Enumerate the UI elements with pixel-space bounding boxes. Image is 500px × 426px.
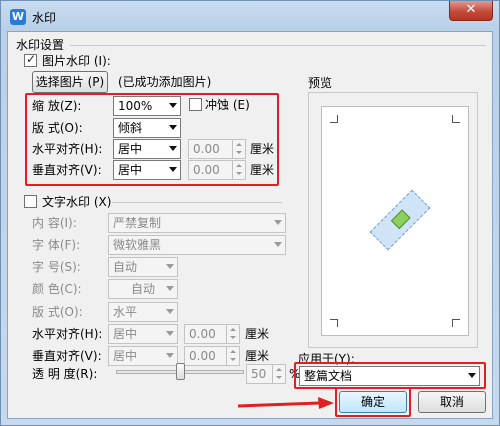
text-valign-label: 垂直对齐(V):	[32, 349, 102, 363]
text-valign-offset-value: 0.00	[189, 349, 216, 363]
margin-marker	[330, 319, 338, 327]
text-font-value: 微软雅黑	[113, 238, 162, 252]
dialog-body: 水印设置 图片水印 (I): 选择图片 (P) (已成功添加图片) 缩 放(Z)…	[7, 31, 493, 419]
chevron-down-icon	[169, 103, 177, 108]
text-content-select[interactable]: 严禁复制	[108, 213, 286, 233]
margin-marker	[452, 319, 460, 327]
zoom-value: 100%	[118, 99, 153, 113]
close-icon: ✕	[465, 2, 477, 17]
text-halign-offset[interactable]: 0.00	[184, 324, 240, 344]
cancel-button[interactable]: 取消	[418, 391, 486, 413]
washout-checkbox[interactable]	[189, 98, 202, 111]
text-size-value: 自动	[113, 260, 138, 274]
margin-marker	[330, 115, 338, 123]
preview-page	[321, 106, 469, 336]
picture-valign-select[interactable]: 居中	[113, 160, 181, 180]
text-size-label: 字 号(S):	[32, 260, 81, 274]
close-button[interactable]: ✕	[449, 1, 493, 21]
spin-arrows-icon[interactable]	[226, 325, 239, 343]
picture-halign-label: 水平对齐(H):	[32, 142, 103, 156]
text-halign-unit: 厘米	[245, 327, 270, 341]
title-bar[interactable]: W 水印 ✕	[1, 1, 499, 31]
text-valign-select[interactable]: 居中	[108, 346, 178, 366]
chevron-down-icon	[169, 167, 177, 172]
preview-label: 预览	[308, 76, 333, 90]
picture-valign-unit: 厘米	[250, 163, 275, 177]
picture-layout-select[interactable]: 倾斜	[113, 118, 181, 138]
chevron-down-icon	[166, 286, 174, 291]
chevron-down-icon	[166, 331, 174, 336]
text-watermark-checkbox[interactable]	[24, 195, 37, 208]
margin-marker	[452, 115, 460, 123]
dialog-title: 水印	[32, 11, 57, 25]
text-font-label: 字 体(F):	[32, 238, 81, 252]
highlight-box-ok	[335, 387, 411, 417]
text-content-value: 严禁复制	[113, 216, 162, 230]
picture-status-text: (已成功添加图片)	[118, 75, 212, 89]
text-layout-value: 水平	[113, 305, 138, 319]
text-halign-value: 居中	[113, 327, 138, 341]
text-section-divider	[112, 202, 282, 203]
chevron-down-icon	[166, 264, 174, 269]
picture-halign-offset[interactable]: 0.00	[188, 139, 246, 159]
picture-icon	[390, 209, 411, 230]
picture-valign-value: 居中	[118, 163, 143, 177]
section-divider	[70, 45, 486, 46]
spin-arrows-icon[interactable]	[232, 140, 245, 158]
picture-layout-value: 倾斜	[118, 121, 143, 135]
chevron-down-icon	[169, 146, 177, 151]
text-content-label: 内 容(I):	[32, 216, 77, 230]
text-color-value: 自动	[130, 282, 155, 296]
text-size-select[interactable]: 自动	[108, 257, 178, 277]
watermark-dialog: W 水印 ✕ 水印设置 图片水印 (I): 选择图片 (P) (已成功添加图片)…	[0, 0, 500, 426]
spin-arrows-icon[interactable]	[232, 161, 245, 179]
picture-watermark-label: 图片水印 (I):	[42, 54, 111, 68]
chevron-down-icon	[274, 242, 282, 247]
chevron-down-icon	[274, 220, 282, 225]
text-halign-label: 水平对齐(H):	[32, 327, 103, 341]
zoom-select[interactable]: 100%	[113, 96, 181, 116]
transparency-input[interactable]: 50	[246, 364, 286, 384]
section-title: 水印设置	[16, 38, 65, 52]
transparency-label: 透 明 度(R):	[32, 367, 98, 381]
text-valign-offset[interactable]: 0.00	[184, 346, 240, 366]
text-halign-select[interactable]: 居中	[108, 324, 178, 344]
chevron-down-icon	[166, 309, 174, 314]
spin-arrows-icon[interactable]	[272, 365, 285, 383]
zoom-label: 缩 放(Z):	[32, 99, 82, 113]
text-watermark-label: 文字水印 (X)	[42, 195, 112, 209]
red-arrow-icon	[237, 397, 334, 409]
picture-halign-select[interactable]: 居中	[113, 139, 181, 159]
chevron-down-icon	[166, 353, 174, 358]
transparency-slider-thumb[interactable]	[176, 363, 185, 380]
picture-halign-offset-value: 0.00	[193, 142, 220, 156]
select-picture-button[interactable]: 选择图片 (P)	[32, 71, 108, 93]
picture-halign-unit: 厘米	[250, 142, 275, 156]
highlight-box-apply-to	[294, 362, 486, 389]
picture-valign-offset[interactable]: 0.00	[188, 160, 246, 180]
picture-watermark-checkbox[interactable]	[24, 52, 37, 67]
wps-app-icon: W	[10, 9, 26, 25]
picture-valign-label: 垂直对齐(V):	[32, 163, 102, 177]
washout-label: 冲蚀 (E)	[205, 98, 250, 112]
watermark-preview-image	[369, 189, 431, 251]
picture-halign-value: 居中	[118, 142, 143, 156]
text-layout-select[interactable]: 水平	[108, 302, 178, 322]
preview-panel	[308, 92, 478, 348]
text-valign-unit: 厘米	[245, 349, 270, 363]
text-color-label: 颜 色(C):	[32, 282, 82, 296]
chevron-down-icon	[169, 125, 177, 130]
text-valign-value: 居中	[113, 349, 138, 363]
text-font-select[interactable]: 微软雅黑	[108, 235, 286, 255]
picture-valign-offset-value: 0.00	[193, 163, 220, 177]
text-color-select[interactable]: 自动	[108, 279, 178, 299]
picture-layout-label: 版 式(O):	[32, 121, 83, 135]
text-layout-label: 版 式(O):	[32, 305, 83, 319]
spin-arrows-icon[interactable]	[226, 347, 239, 365]
transparency-value: 50	[251, 367, 267, 381]
text-halign-offset-value: 0.00	[189, 327, 216, 341]
